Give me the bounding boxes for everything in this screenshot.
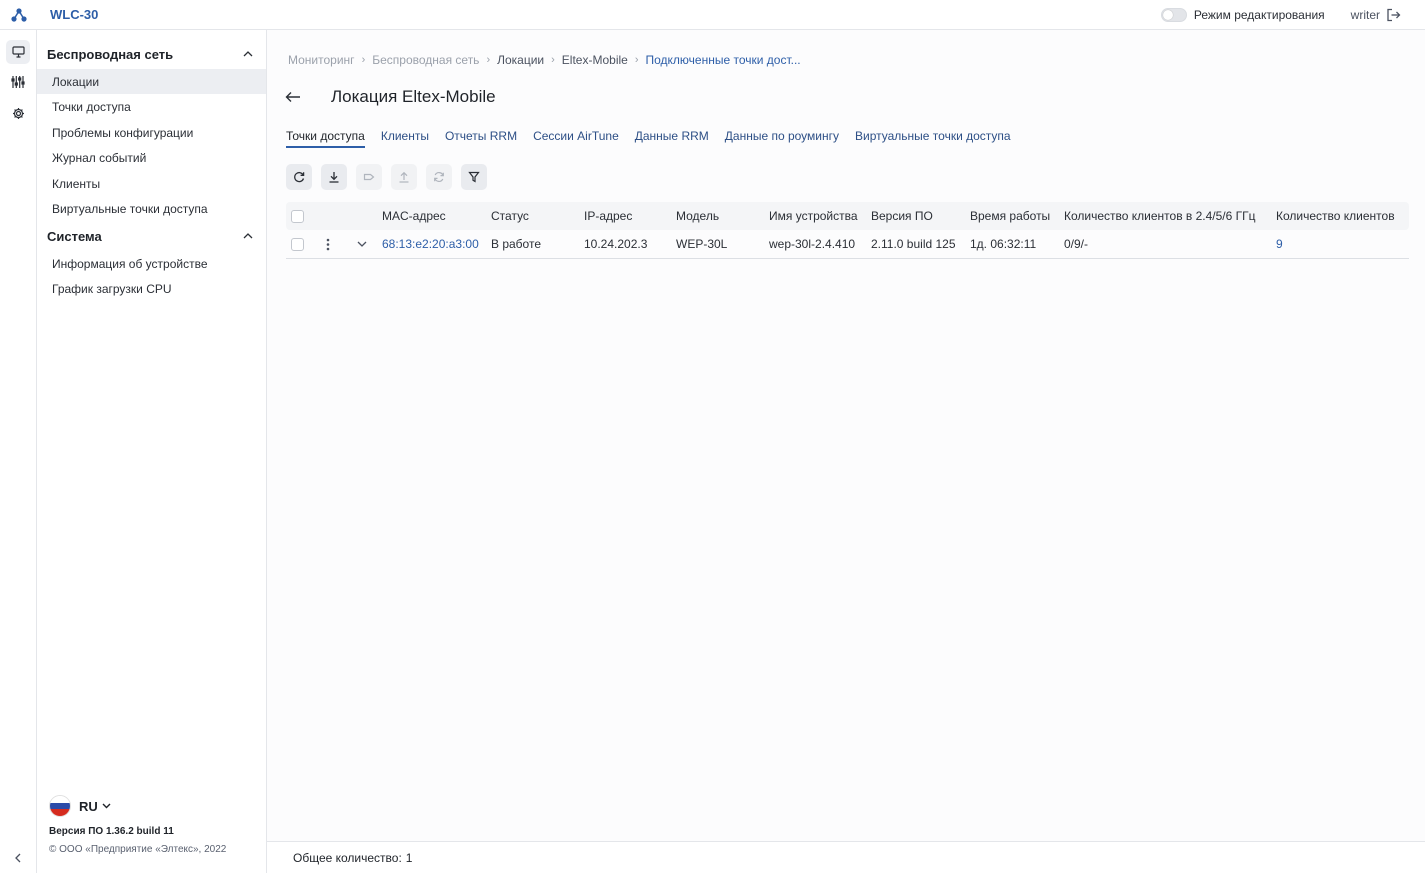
tab-airtune-sessions[interactable]: Сессии AirTune (533, 128, 619, 148)
tag-icon (363, 171, 375, 183)
main-content: Мониторинг › Беспроводная сеть › Локации… (267, 30, 1425, 873)
sliders-icon[interactable] (6, 70, 30, 94)
breadcrumb-monitoring[interactable]: Мониторинг (288, 53, 355, 67)
sidebar-item-config-problems[interactable]: Проблемы конфигурации (37, 120, 266, 145)
download-button[interactable] (321, 164, 347, 190)
sidebar-item-access-points[interactable]: Точки доступа (37, 94, 266, 119)
group-header-wireless[interactable]: Беспроводная сеть (47, 44, 257, 64)
breadcrumb: Мониторинг › Беспроводная сеть › Локации… (288, 53, 801, 67)
column-header-clients[interactable]: Количество клиентов (1276, 202, 1395, 230)
sidebar-item-locations[interactable]: Локации (37, 69, 266, 94)
tab-virtual-aps[interactable]: Виртуальные точки доступа (855, 128, 1011, 148)
column-header-mac[interactable]: MAC-адрес (382, 202, 446, 230)
sidebar-item-cpu-graph[interactable]: График загрузки CPU (37, 276, 266, 301)
column-header-ip[interactable]: IP-адрес (584, 202, 632, 230)
breadcrumb-separator: › (486, 54, 491, 66)
filter-icon (468, 171, 480, 183)
column-header-uptime[interactable]: Время работы (970, 202, 1050, 230)
breadcrumb-wireless[interactable]: Беспроводная сеть (372, 53, 479, 67)
breadcrumb-separator: › (634, 54, 639, 66)
chevron-up-icon[interactable] (243, 51, 253, 57)
upload-icon (398, 171, 410, 183)
logout-icon[interactable] (1386, 8, 1401, 22)
download-icon (328, 171, 340, 183)
cell-clients-link[interactable]: 9 (1276, 230, 1283, 258)
column-header-status[interactable]: Статус (491, 202, 529, 230)
cell-ip: 10.24.202.3 (584, 237, 648, 251)
tabs: Точки доступа Клиенты Отчеты RRM Сессии … (286, 128, 1027, 148)
breadcrumb-current: Подключенные точки дост... (645, 53, 801, 67)
sidebar-item-device-info[interactable]: Информация об устройстве (37, 251, 266, 276)
icon-rail (0, 30, 37, 873)
row-checkbox[interactable] (291, 230, 304, 258)
table-row[interactable]: 68:13:e2:20:a3:00 В работе 10.24.202.3 W… (286, 230, 1409, 259)
gear-icon[interactable] (6, 101, 30, 125)
software-version: Версия ПО 1.36.2 build 11 (49, 826, 174, 837)
group-header-system[interactable]: Система (47, 226, 257, 246)
refresh-icon (293, 171, 305, 183)
access-points-table: MAC-адрес Статус IP-адрес Модель Имя уст… (286, 202, 1409, 259)
tab-rrm-reports[interactable]: Отчеты RRM (445, 128, 517, 148)
logo-icon[interactable] (0, 0, 37, 30)
filter-button[interactable] (461, 164, 487, 190)
breadcrumb-locations[interactable]: Локации (497, 53, 544, 67)
table-footer: Общее количество: 1 (267, 841, 1425, 873)
collapse-sidebar-icon[interactable] (11, 851, 25, 865)
russia-flag-icon (49, 795, 71, 817)
total-count-label: Общее количество: (293, 850, 402, 865)
back-arrow-icon[interactable] (285, 88, 303, 106)
sidebar: Беспроводная сеть Локации Точки доступа … (37, 30, 267, 873)
edit-mode-label: Режим редактирования (1193, 7, 1325, 22)
sidebar-item-virtual-aps[interactable]: Виртуальные точки доступа (37, 196, 266, 221)
tag-button[interactable] (356, 164, 382, 190)
tab-roaming-data[interactable]: Данные по роумингу (725, 128, 839, 148)
cell-mac-link[interactable]: 68:13:e2:20:a3:00 (382, 230, 479, 258)
language-selector[interactable]: RU (49, 795, 111, 817)
cell-clients-by-band: 0/9/- (1064, 237, 1089, 251)
column-header-firmware[interactable]: Версия ПО (871, 202, 933, 230)
cell-firmware: 2.11.0 build 125 (871, 237, 956, 251)
username: writer (1350, 7, 1380, 22)
chevron-down-icon (102, 803, 111, 809)
breadcrumb-separator: › (361, 54, 366, 66)
page-title: Локация Eltex-Mobile (331, 87, 496, 106)
sync-button[interactable] (426, 164, 452, 190)
chevron-up-icon[interactable] (243, 233, 253, 239)
sidebar-item-event-log[interactable]: Журнал событий (37, 145, 266, 170)
column-header-device-name[interactable]: Имя устройства (769, 202, 858, 230)
breadcrumb-separator: › (551, 54, 555, 66)
row-menu-icon[interactable] (326, 230, 330, 258)
column-header-clients-by-band[interactable]: Количество клиентов в 2.4/5/6 ГГц (1064, 202, 1256, 230)
tab-clients[interactable]: Клиенты (381, 128, 429, 148)
breadcrumb-location[interactable]: Eltex-Mobile (562, 53, 628, 67)
select-all-checkbox[interactable] (291, 202, 304, 230)
expand-row-chevron-icon[interactable] (357, 230, 367, 258)
cell-status: В работе (491, 237, 542, 251)
upload-button[interactable] (391, 164, 417, 190)
cell-device-name: wep-30l-2.4.410 (769, 237, 856, 251)
table-header: MAC-адрес Статус IP-адрес Модель Имя уст… (286, 202, 1409, 230)
group-title: Система (47, 228, 102, 244)
copyright: © ООО «Предприятие «Элтекс», 2022 (49, 844, 227, 855)
edit-mode-toggle[interactable] (1160, 7, 1187, 22)
app-title[interactable]: WLC-30 (50, 7, 98, 22)
cell-uptime: 1д. 06:32:11 (970, 237, 1037, 251)
sidebar-item-clients[interactable]: Клиенты (37, 171, 266, 196)
toolbar (286, 164, 496, 190)
cell-model: WEP-30L (676, 237, 728, 251)
column-header-model[interactable]: Модель (676, 202, 719, 230)
sync-icon (433, 171, 445, 183)
refresh-button[interactable] (286, 164, 312, 190)
monitor-icon[interactable] (6, 40, 30, 64)
tab-access-points[interactable]: Точки доступа (286, 128, 365, 148)
group-title: Беспроводная сеть (47, 46, 174, 62)
tab-rrm-data[interactable]: Данные RRM (635, 128, 709, 148)
top-bar: WLC-30 Режим редактирования writer (0, 0, 1425, 30)
total-count-value: 1 (405, 850, 413, 865)
language-code: RU (79, 798, 98, 814)
